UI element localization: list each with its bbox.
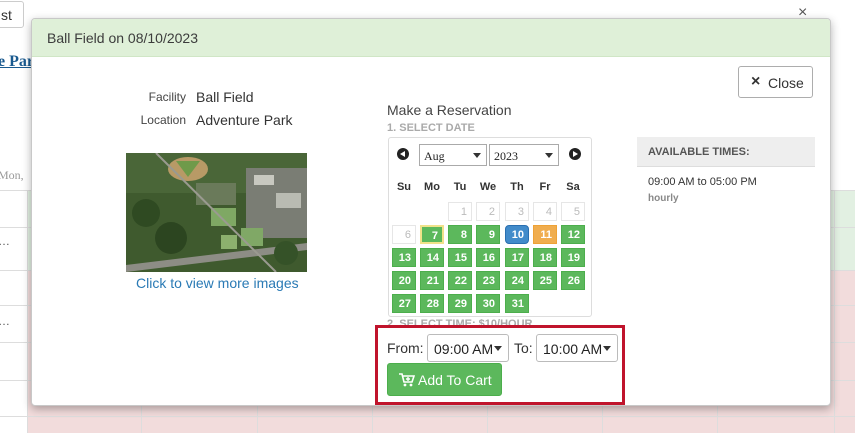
background-park-link[interactable]: e Par (0, 53, 34, 71)
available-times-title: AVAILABLE TIMES: (648, 146, 750, 158)
calendar-day: 6 (392, 225, 416, 244)
calendar-day[interactable]: 17 (505, 248, 529, 267)
add-to-cart-button[interactable]: Add To Cart (387, 363, 502, 396)
date-picker: Aug 2023 Su Mo Tu We Th Fr Sa 1 2 3 4 5 6 7 8 9 10 11 12 13… (388, 137, 592, 317)
view-more-images-link[interactable]: Click to view more images (136, 275, 299, 291)
from-label: From: (387, 340, 424, 356)
modal-title: Ball Field on 08/10/2023 (47, 30, 198, 46)
chevron-down-icon (494, 346, 502, 351)
year-select[interactable]: 2023 (489, 144, 559, 166)
calendar-day[interactable]: 24 (505, 271, 529, 290)
weekday-header: We (479, 181, 497, 193)
year-select-value: 2023 (494, 149, 518, 163)
from-time-value: 09:00 AM (434, 341, 494, 357)
calendar-day[interactable]: 28 (420, 294, 444, 313)
weekday-header: Su (396, 181, 412, 193)
cart-plus-icon (399, 373, 416, 390)
calendar-day[interactable]: 14 (420, 248, 444, 267)
add-to-cart-label: Add To Cart (418, 372, 492, 388)
calendar-day[interactable]: 12 (561, 225, 585, 244)
chevron-down-icon (603, 346, 611, 351)
location-label: Location (140, 113, 186, 127)
calendar-day: 5 (561, 202, 585, 221)
calendar-day[interactable]: 8 (448, 225, 472, 244)
close-button-label: Close (768, 75, 804, 91)
calendar-day[interactable]: 25 (533, 271, 557, 290)
calendar-day[interactable]: 23 (476, 271, 500, 290)
to-time-value: 10:00 AM (543, 341, 603, 357)
calendar-day[interactable]: 31 (505, 294, 529, 313)
available-time-range: 09:00 AM to 05:00 PM (648, 176, 757, 188)
calendar-day[interactable]: 30 (476, 294, 500, 313)
weekday-header: Fr (539, 181, 551, 193)
background-button[interactable]: st (0, 1, 24, 28)
weekday-header: Sa (566, 181, 580, 193)
background-row-text: … (0, 314, 10, 328)
calendar-day[interactable]: 9 (476, 225, 500, 244)
available-times-header: AVAILABLE TIMES: (637, 137, 815, 167)
calendar-day[interactable]: 13 (392, 248, 416, 267)
to-time-select[interactable]: 10:00 AM (536, 334, 618, 362)
month-select-value: Aug (424, 149, 445, 163)
close-button[interactable]: × Close (738, 66, 813, 98)
from-time-select[interactable]: 09:00 AM (427, 334, 509, 362)
background-day-header: Mon, (0, 168, 24, 182)
calendar-day[interactable]: 7 (420, 225, 444, 244)
calendar-day: 1 (448, 202, 472, 221)
calendar-day[interactable]: 18 (533, 248, 557, 267)
prev-month-icon[interactable] (397, 148, 409, 160)
background-button-label: st (1, 7, 12, 23)
reservation-modal: Ball Field on 08/10/2023 × Close Facilit… (31, 18, 831, 406)
chevron-down-icon (545, 153, 553, 158)
weekday-header: Mo (424, 181, 440, 193)
next-month-icon[interactable] (569, 148, 581, 160)
close-icon: × (751, 73, 761, 90)
chevron-down-icon (473, 153, 481, 158)
facility-value: Ball Field (196, 89, 254, 105)
month-select[interactable]: Aug (419, 144, 487, 166)
background-row-text: … (0, 234, 10, 248)
calendar-day: 2 (476, 202, 500, 221)
to-label: To: (514, 340, 533, 356)
calendar-day[interactable]: 21 (420, 271, 444, 290)
calendar-day: 4 (533, 202, 557, 221)
facility-label: Facility (148, 90, 186, 104)
modal-header: Ball Field on 08/10/2023 (32, 19, 830, 57)
calendar-day[interactable]: 22 (448, 271, 472, 290)
calendar-day[interactable]: 29 (448, 294, 472, 313)
weekday-header: Tu (453, 181, 467, 193)
calendar-day[interactable]: 15 (448, 248, 472, 267)
calendar-day[interactable]: 27 (392, 294, 416, 313)
available-time-rate: hourly (648, 193, 679, 204)
select-time-label: 2. SELECT TIME: $10/HOUR (387, 318, 533, 330)
calendar-day[interactable]: 26 (561, 271, 585, 290)
calendar-day[interactable]: 20 (392, 271, 416, 290)
calendar-day[interactable]: 19 (561, 248, 585, 267)
calendar-day[interactable]: 11 (533, 225, 557, 244)
location-value: Adventure Park (196, 112, 293, 128)
calendar-day: 3 (505, 202, 529, 221)
facility-photo[interactable] (126, 153, 307, 272)
weekday-header: Th (510, 181, 524, 193)
calendar-day[interactable]: 16 (476, 248, 500, 267)
calendar-day[interactable]: 10 (505, 225, 529, 244)
select-date-label: 1. SELECT DATE (387, 122, 475, 134)
reservation-heading: Make a Reservation (387, 102, 512, 118)
aerial-photo-image (126, 153, 307, 272)
